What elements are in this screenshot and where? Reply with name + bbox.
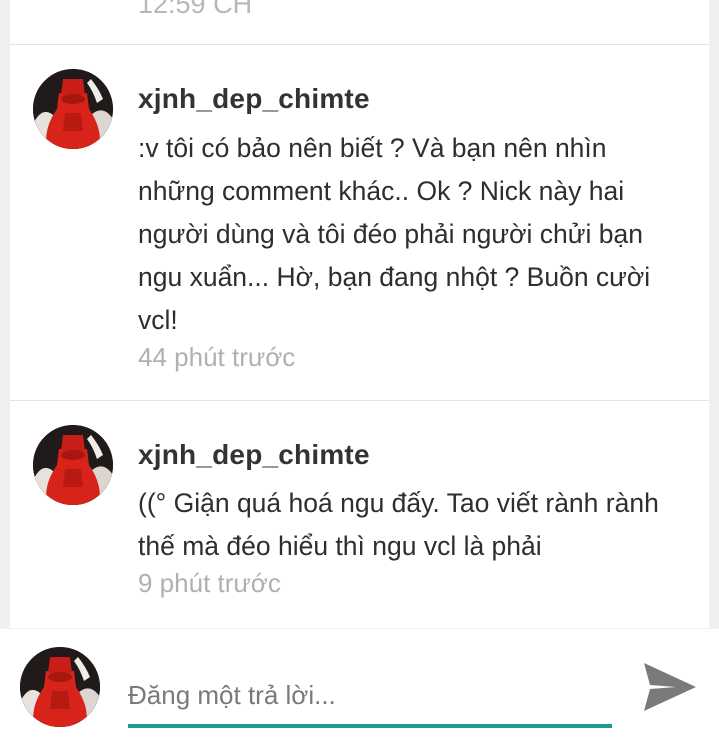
avatar[interactable] [33,69,113,149]
current-user-avatar [20,647,100,727]
reply-input[interactable] [128,667,612,723]
reply-input-underline [128,724,612,728]
previous-comment-time: 12:59 CH [138,0,253,19]
reply-composer [0,629,719,747]
comment-username[interactable]: xjnh_dep_chimte [138,439,370,471]
comment-time: 44 phút trước [138,342,296,372]
send-button[interactable] [640,659,700,715]
send-icon [644,663,696,711]
comment-text: :v tôi có bảo nên biết ? Và bạn nên nhìn… [138,133,651,335]
comment-feed: 12:59 CH xjnh_dep_chimte :v tôi có bảo n… [10,0,709,628]
comment-item: xjnh_dep_chimte :v tôi có bảo nên biết ?… [10,45,709,400]
comment-username[interactable]: xjnh_dep_chimte [138,83,370,115]
comment-text: ((° Giận quá hoá ngu đấy. Tao viết rành … [138,488,659,561]
comment-item: xjnh_dep_chimte ((° Giận quá hoá ngu đấy… [10,401,709,628]
avatar[interactable] [33,425,113,505]
comment-time: 9 phút trước [138,568,281,598]
